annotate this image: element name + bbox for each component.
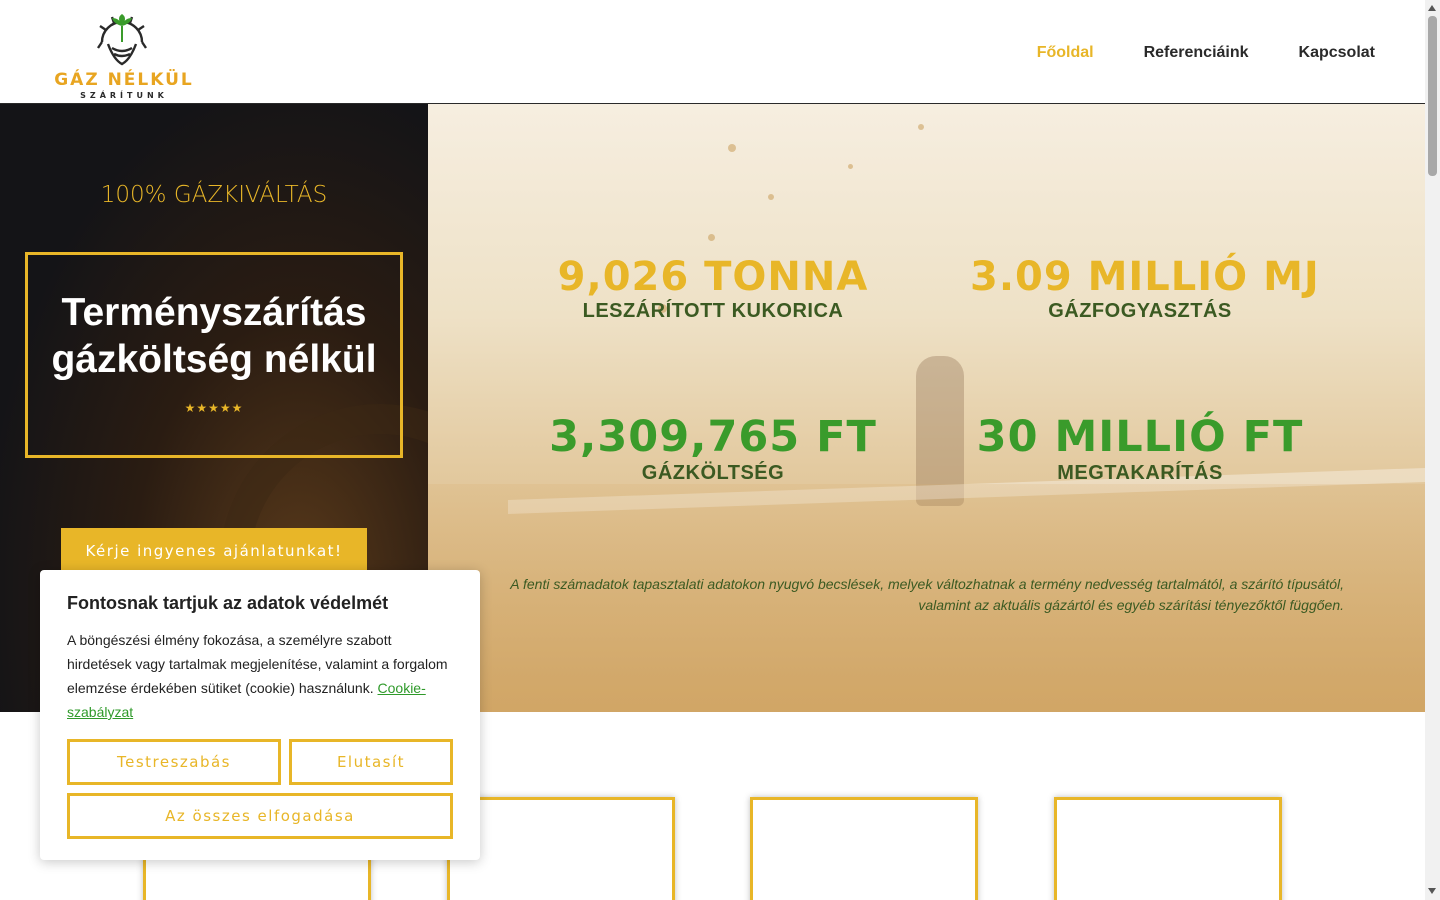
hero-kicker: 100% GÁZKIVÁLTÁS: [100, 182, 328, 208]
stat-label: GÁZKÖLTSÉG: [641, 462, 785, 484]
stat-label: LESZÁRÍTOTT KUKORICA: [582, 300, 844, 322]
nav-item-home[interactable]: Főoldal: [1037, 44, 1094, 62]
page-scrollbar[interactable]: [1425, 0, 1440, 900]
stat-gas-cost: 3,309,765 FT GÁZKÖLTSÉG: [540, 412, 886, 485]
cookie-customize-button[interactable]: Testreszabás: [67, 739, 281, 785]
stat-value: 9,026 TONNA: [557, 254, 869, 300]
hero-stats-panel: 9,026 TONNA LESZÁRÍTOTT KUKORICA 3.09 MI…: [428, 104, 1425, 712]
cookie-consent-dialog: Fontosnak tartjuk az adatok védelmét A b…: [40, 570, 480, 860]
logo-title: GÁZ NÉLKÜL: [54, 70, 194, 90]
logo-tagline: SZÁRÍTUNK: [80, 91, 168, 100]
scroll-down-arrow-icon[interactable]: [1428, 888, 1436, 894]
site-logo[interactable]: GÁZ NÉLKÜL SZÁRÍTUNK: [54, 6, 194, 102]
stat-value: 3.09 MILLIÓ MJ: [970, 254, 1320, 300]
cookie-dialog-text: A böngészési élmény fokozása, a személyr…: [67, 628, 459, 724]
feature-card: [447, 797, 675, 900]
site-header: GÁZ NÉLKÜL SZÁRÍTUNK Főoldal Referenciái…: [0, 0, 1425, 104]
hero-title-box: Terményszárítás gázköltség nélkül ★★★★★: [25, 252, 403, 458]
feature-card: [1054, 797, 1282, 900]
stat-value: 30 MILLIÓ FT: [976, 412, 1304, 462]
gear-leaf-logo-icon: [97, 14, 147, 66]
cookie-dialog-title: Fontosnak tartjuk az adatok védelmét: [67, 593, 389, 613]
main-nav: Főoldal Referenciáink Kapcsolat: [1037, 44, 1375, 62]
rating-stars-icon: ★★★★★: [184, 401, 244, 415]
scrollbar-thumb[interactable]: [1428, 16, 1437, 176]
stat-savings: 30 MILLIÓ FT MEGTAKARÍTÁS: [958, 412, 1322, 485]
grain-particle: [918, 124, 924, 130]
feature-card: [750, 797, 978, 900]
stat-dried-corn: 9,026 TONNA LESZÁRÍTOTT KUKORICA: [548, 254, 878, 323]
grain-particle: [708, 234, 715, 241]
nav-item-contact[interactable]: Kapcsolat: [1299, 44, 1375, 62]
grain-particle: [728, 144, 736, 152]
hero-title: Terményszárítás gázköltség nélkül: [51, 291, 377, 381]
cookie-accept-all-button[interactable]: Az összes elfogadása: [67, 793, 453, 839]
stat-label: MEGTAKARÍTÁS: [1057, 462, 1223, 484]
grain-particle: [768, 194, 774, 200]
stat-label: GÁZFOGYASZTÁS: [1048, 300, 1232, 322]
stat-value: 3,309,765 FT: [549, 412, 877, 462]
request-offer-button[interactable]: Kérje ingyenes ajánlatunkat!: [61, 528, 367, 574]
stats-disclaimer: A fenti számadatok tapasztalati adatokon…: [510, 576, 1344, 613]
grain-particle: [848, 164, 853, 169]
stat-gas-consumption: 3.09 MILLIÓ MJ GÁZFOGYASZTÁS: [970, 254, 1320, 323]
cookie-reject-button[interactable]: Elutasít: [289, 739, 453, 785]
nav-item-references[interactable]: Referenciáink: [1144, 44, 1249, 62]
scroll-up-arrow-icon[interactable]: [1428, 5, 1436, 11]
